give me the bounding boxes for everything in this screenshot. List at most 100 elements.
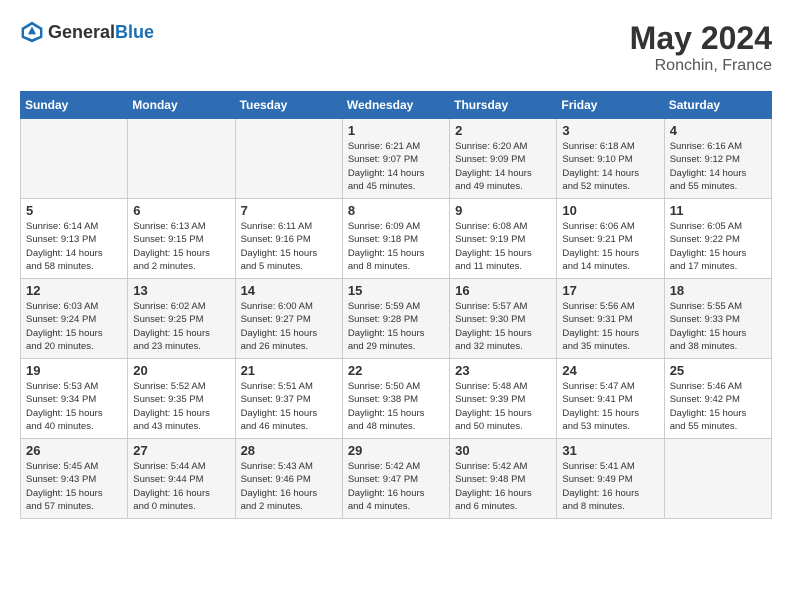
- logo-general-text: General: [48, 22, 115, 42]
- calendar-cell: 29 Sunrise: 5:42 AM Sunset: 9:47 PM Dayli…: [342, 439, 449, 519]
- calendar-cell: 13Sunrise: 6:02 AM Sunset: 9:25 PM Dayli…: [128, 279, 235, 359]
- day-info: Sunrise: 5:53 AM Sunset: 9:34 PM Dayligh…: [26, 380, 122, 433]
- day-info: Sunrise: 5:46 AM Sunset: 9:42 PM Dayligh…: [670, 380, 766, 433]
- day-info: Sunrise: 6:03 AM Sunset: 9:24 PM Dayligh…: [26, 300, 122, 353]
- day-info: Sunrise: 5:42 AM Sunset: 9:47 PM Dayligh…: [348, 460, 444, 513]
- day-number: 21: [241, 363, 337, 378]
- day-number: 3: [562, 123, 658, 138]
- day-info: Sunrise: 5:44 AM Sunset: 9:44 PM Dayligh…: [133, 460, 229, 513]
- day-number: 12: [26, 283, 122, 298]
- calendar-week-row: 5 Sunrise: 6:14 AM Sunset: 9:13 PM Daylig…: [21, 199, 772, 279]
- header-day-monday: Monday: [128, 92, 235, 119]
- day-number: 8: [348, 203, 444, 218]
- header-day-wednesday: Wednesday: [342, 92, 449, 119]
- location-subtitle: Ronchin, France: [630, 57, 772, 75]
- calendar-cell: 24Sunrise: 5:47 AM Sunset: 9:41 PM Dayli…: [557, 359, 664, 439]
- calendar-week-row: 26Sunrise: 5:45 AM Sunset: 9:43 PM Dayli…: [21, 439, 772, 519]
- day-number: 17: [562, 283, 658, 298]
- calendar-cell: 27Sunrise: 5:44 AM Sunset: 9:44 PM Dayli…: [128, 439, 235, 519]
- day-number: 7: [241, 203, 337, 218]
- logo-icon: [20, 20, 44, 44]
- calendar-cell: 31Sunrise: 5:41 AM Sunset: 9:49 PM Dayli…: [557, 439, 664, 519]
- calendar-header: SundayMondayTuesdayWednesdayThursdayFrid…: [21, 92, 772, 119]
- logo: GeneralBlue: [20, 20, 154, 44]
- calendar-cell: 3 Sunrise: 6:18 AM Sunset: 9:10 PM Daylig…: [557, 119, 664, 199]
- day-info: Sunrise: 5:47 AM Sunset: 9:41 PM Dayligh…: [562, 380, 658, 433]
- header-row: SundayMondayTuesdayWednesdayThursdayFrid…: [21, 92, 772, 119]
- calendar-cell: 26Sunrise: 5:45 AM Sunset: 9:43 PM Dayli…: [21, 439, 128, 519]
- calendar-cell: [235, 119, 342, 199]
- calendar-cell: [664, 439, 771, 519]
- calendar-body: 1 Sunrise: 6:21 AM Sunset: 9:07 PM Daylig…: [21, 119, 772, 519]
- day-info: Sunrise: 5:52 AM Sunset: 9:35 PM Dayligh…: [133, 380, 229, 433]
- day-number: 31: [562, 443, 658, 458]
- day-info: Sunrise: 5:43 AM Sunset: 9:46 PM Dayligh…: [241, 460, 337, 513]
- day-number: 5: [26, 203, 122, 218]
- day-info: Sunrise: 5:59 AM Sunset: 9:28 PM Dayligh…: [348, 300, 444, 353]
- day-info: Sunrise: 6:20 AM Sunset: 9:09 PM Dayligh…: [455, 140, 551, 193]
- calendar-week-row: 12 Sunrise: 6:03 AM Sunset: 9:24 PM Dayli…: [21, 279, 772, 359]
- day-number: 16: [455, 283, 551, 298]
- calendar-cell: 30 Sunrise: 5:42 AM Sunset: 9:48 PM Dayli…: [450, 439, 557, 519]
- day-info: Sunrise: 6:00 AM Sunset: 9:27 PM Dayligh…: [241, 300, 337, 353]
- day-number: 18: [670, 283, 766, 298]
- calendar-cell: 16Sunrise: 5:57 AM Sunset: 9:30 PM Dayli…: [450, 279, 557, 359]
- calendar-table: SundayMondayTuesdayWednesdayThursdayFrid…: [20, 91, 772, 519]
- calendar-cell: 11Sunrise: 6:05 AM Sunset: 9:22 PM Dayli…: [664, 199, 771, 279]
- calendar-cell: 12 Sunrise: 6:03 AM Sunset: 9:24 PM Dayli…: [21, 279, 128, 359]
- calendar-cell: 18 Sunrise: 5:55 AM Sunset: 9:33 PM Dayli…: [664, 279, 771, 359]
- calendar-cell: 15 Sunrise: 5:59 AM Sunset: 9:28 PM Dayli…: [342, 279, 449, 359]
- day-number: 20: [133, 363, 229, 378]
- day-info: Sunrise: 6:18 AM Sunset: 9:10 PM Dayligh…: [562, 140, 658, 193]
- day-info: Sunrise: 5:48 AM Sunset: 9:39 PM Dayligh…: [455, 380, 551, 433]
- day-info: Sunrise: 5:55 AM Sunset: 9:33 PM Dayligh…: [670, 300, 766, 353]
- calendar-week-row: 1 Sunrise: 6:21 AM Sunset: 9:07 PM Daylig…: [21, 119, 772, 199]
- calendar-cell: 2Sunrise: 6:20 AM Sunset: 9:09 PM Daylig…: [450, 119, 557, 199]
- calendar-cell: [21, 119, 128, 199]
- header-day-saturday: Saturday: [664, 92, 771, 119]
- day-info: Sunrise: 6:16 AM Sunset: 9:12 PM Dayligh…: [670, 140, 766, 193]
- day-number: 13: [133, 283, 229, 298]
- day-number: 29: [348, 443, 444, 458]
- logo-blue-text: Blue: [115, 22, 154, 42]
- day-number: 11: [670, 203, 766, 218]
- day-number: 9: [455, 203, 551, 218]
- day-number: 10: [562, 203, 658, 218]
- header-day-tuesday: Tuesday: [235, 92, 342, 119]
- day-number: 6: [133, 203, 229, 218]
- calendar-cell: 5 Sunrise: 6:14 AM Sunset: 9:13 PM Daylig…: [21, 199, 128, 279]
- day-info: Sunrise: 5:51 AM Sunset: 9:37 PM Dayligh…: [241, 380, 337, 433]
- header-day-sunday: Sunday: [21, 92, 128, 119]
- day-info: Sunrise: 6:21 AM Sunset: 9:07 PM Dayligh…: [348, 140, 444, 193]
- day-number: 19: [26, 363, 122, 378]
- calendar-cell: 28 Sunrise: 5:43 AM Sunset: 9:46 PM Dayli…: [235, 439, 342, 519]
- day-info: Sunrise: 5:42 AM Sunset: 9:48 PM Dayligh…: [455, 460, 551, 513]
- calendar-cell: 7 Sunrise: 6:11 AM Sunset: 9:16 PM Daylig…: [235, 199, 342, 279]
- day-number: 22: [348, 363, 444, 378]
- day-info: Sunrise: 6:14 AM Sunset: 9:13 PM Dayligh…: [26, 220, 122, 273]
- calendar-cell: 20 Sunrise: 5:52 AM Sunset: 9:35 PM Dayli…: [128, 359, 235, 439]
- day-number: 1: [348, 123, 444, 138]
- calendar-cell: 17Sunrise: 5:56 AM Sunset: 9:31 PM Dayli…: [557, 279, 664, 359]
- header-day-thursday: Thursday: [450, 92, 557, 119]
- calendar-cell: 22 Sunrise: 5:50 AM Sunset: 9:38 PM Dayli…: [342, 359, 449, 439]
- day-info: Sunrise: 6:11 AM Sunset: 9:16 PM Dayligh…: [241, 220, 337, 273]
- calendar-cell: 8 Sunrise: 6:09 AM Sunset: 9:18 PM Daylig…: [342, 199, 449, 279]
- day-number: 14: [241, 283, 337, 298]
- day-number: 23: [455, 363, 551, 378]
- day-info: Sunrise: 6:09 AM Sunset: 9:18 PM Dayligh…: [348, 220, 444, 273]
- calendar-cell: 14 Sunrise: 6:00 AM Sunset: 9:27 PM Dayli…: [235, 279, 342, 359]
- calendar-cell: 21 Sunrise: 5:51 AM Sunset: 9:37 PM Dayli…: [235, 359, 342, 439]
- day-number: 28: [241, 443, 337, 458]
- day-number: 26: [26, 443, 122, 458]
- calendar-cell: 9Sunrise: 6:08 AM Sunset: 9:19 PM Daylig…: [450, 199, 557, 279]
- day-number: 4: [670, 123, 766, 138]
- day-number: 30: [455, 443, 551, 458]
- day-info: Sunrise: 5:50 AM Sunset: 9:38 PM Dayligh…: [348, 380, 444, 433]
- day-info: Sunrise: 6:13 AM Sunset: 9:15 PM Dayligh…: [133, 220, 229, 273]
- calendar-cell: 25Sunrise: 5:46 AM Sunset: 9:42 PM Dayli…: [664, 359, 771, 439]
- calendar-cell: 1 Sunrise: 6:21 AM Sunset: 9:07 PM Daylig…: [342, 119, 449, 199]
- title-block: May 2024 Ronchin, France: [630, 20, 772, 75]
- day-number: 15: [348, 283, 444, 298]
- calendar-week-row: 19 Sunrise: 5:53 AM Sunset: 9:34 PM Dayli…: [21, 359, 772, 439]
